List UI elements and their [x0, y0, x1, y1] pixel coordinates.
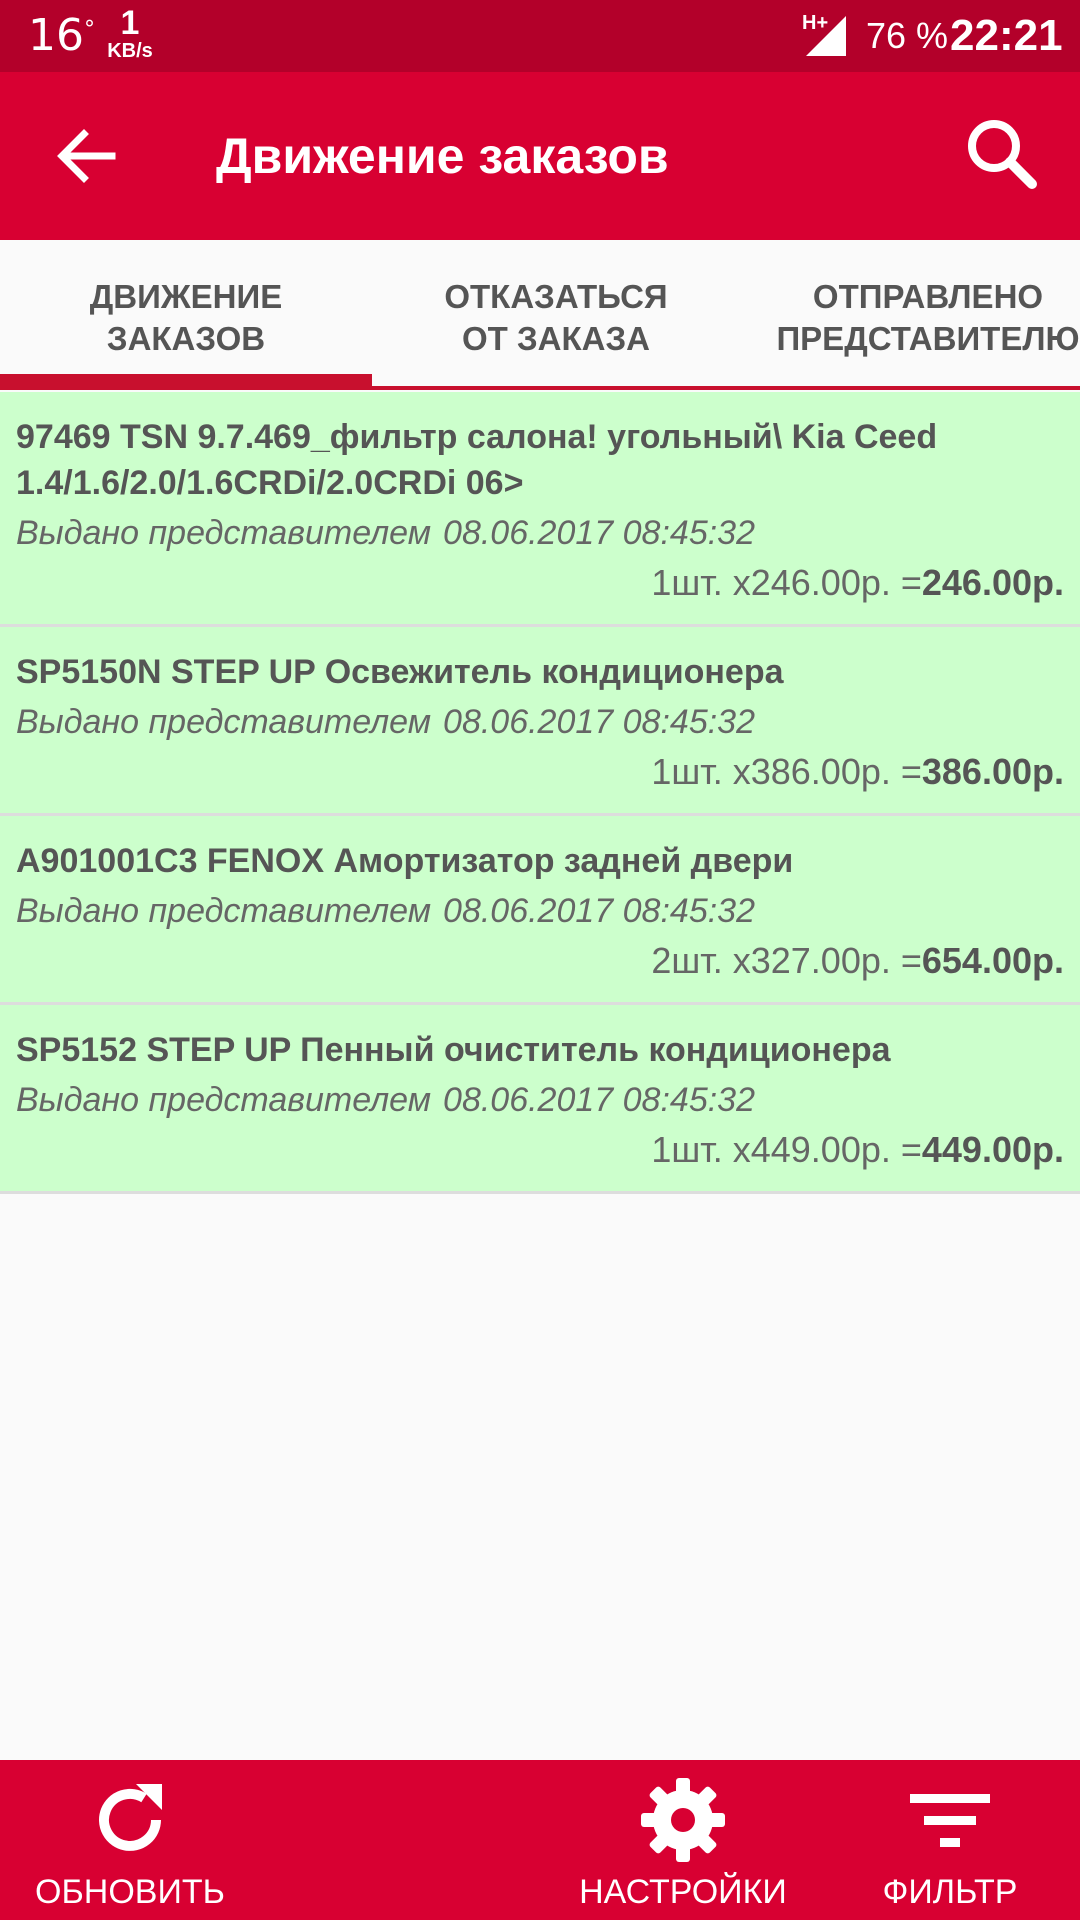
order-total: 1шт. x386.00р. =386.00р.: [651, 751, 1064, 792]
filter-label: ФИЛЬТР: [882, 1873, 1018, 1911]
search-icon: [968, 120, 1037, 189]
tab-bar: ДВИЖЕНИЕ ЗАКАЗОВ ОТКАЗАТЬСЯ ОТ ЗАКАЗА ОТ…: [0, 240, 1080, 390]
settings-button[interactable]: НАСТРОЙКИ: [560, 1760, 806, 1920]
order-total: 1шт. x449.00р. =449.00р.: [651, 1129, 1064, 1170]
tab-indicator: [0, 374, 372, 390]
order-date: 08.06.2017 08:45:32: [443, 514, 755, 552]
back-button[interactable]: [44, 114, 128, 198]
page-title: Движение заказов: [216, 128, 669, 184]
filter-button[interactable]: ФИЛЬТР: [840, 1760, 1060, 1920]
orders-list: 97469 TSN 9.7.469_фильтр салона! угольны…: [0, 392, 1080, 1194]
refresh-icon: [99, 1784, 162, 1851]
status-bar: 16° 1 KB/s H+ 76 % 22:21: [0, 0, 1080, 72]
order-status: Выдано представителем 08.06.2017 08:45:32: [16, 1081, 755, 1119]
order-item[interactable]: SP5150N STEP UP Освежитель кондиционера …: [0, 627, 1080, 816]
order-date: 08.06.2017 08:45:32: [443, 1081, 755, 1119]
search-button[interactable]: [960, 112, 1044, 196]
order-item[interactable]: A901001C3 FENOX Амортизатор задней двери…: [0, 816, 1080, 1005]
arrow-left-icon: [57, 129, 116, 183]
order-total: 2шт. x327.00р. =654.00р.: [651, 940, 1064, 981]
network-type: H+: [802, 12, 829, 34]
signal-icon: H+: [800, 12, 850, 58]
status-clock: 22:21: [950, 11, 1063, 60]
order-status: Выдано представителем 08.06.2017 08:45:32: [16, 514, 755, 552]
order-date: 08.06.2017 08:45:32: [443, 892, 755, 930]
refresh-label: ОБНОВИТЬ: [35, 1873, 225, 1911]
order-status: Выдано представителем 08.06.2017 08:45:32: [16, 703, 755, 741]
order-date: 08.06.2017 08:45:32: [443, 703, 755, 741]
order-title: 97469 TSN 9.7.469_фильтр салона! угольны…: [16, 418, 938, 502]
app-bar: Движение заказов: [0, 72, 1080, 240]
order-title: A901001C3 FENOX Амортизатор задней двери: [16, 842, 794, 880]
order-total: 1шт. x246.00р. =246.00р.: [651, 562, 1064, 603]
order-status: Выдано представителем 08.06.2017 08:45:32: [16, 892, 755, 930]
tab-order-movement[interactable]: ДВИЖЕНИЕ ЗАКАЗОВ: [0, 240, 372, 390]
order-title: SP5152 STEP UP Пенный очиститель кондици…: [16, 1031, 891, 1069]
settings-label: НАСТРОЙКИ: [579, 1873, 787, 1911]
order-item[interactable]: SP5152 STEP UP Пенный очиститель кондици…: [0, 1005, 1080, 1194]
order-item[interactable]: 97469 TSN 9.7.469_фильтр салона! угольны…: [0, 392, 1080, 627]
tab-cancel-order[interactable]: ОТКАЗАТЬСЯ ОТ ЗАКАЗА: [370, 240, 742, 390]
gear-icon: [641, 1778, 725, 1862]
filter-icon: [910, 1794, 990, 1847]
battery-level: 76 %: [866, 15, 949, 56]
status-network-speed: 1 KB/s: [107, 4, 153, 62]
bottom-toolbar: ОБНОВИТЬ НАСТРОЙКИ ФИЛЬТР: [0, 1760, 1080, 1920]
tab-sent-to-representative[interactable]: ОТПРАВЛЕНО ПРЕДСТАВИТЕЛЮ: [742, 240, 1080, 390]
refresh-button[interactable]: ОБНОВИТЬ: [20, 1760, 240, 1920]
status-temperature: 16°: [28, 10, 95, 61]
order-title: SP5150N STEP UP Освежитель кондиционера: [16, 653, 784, 691]
